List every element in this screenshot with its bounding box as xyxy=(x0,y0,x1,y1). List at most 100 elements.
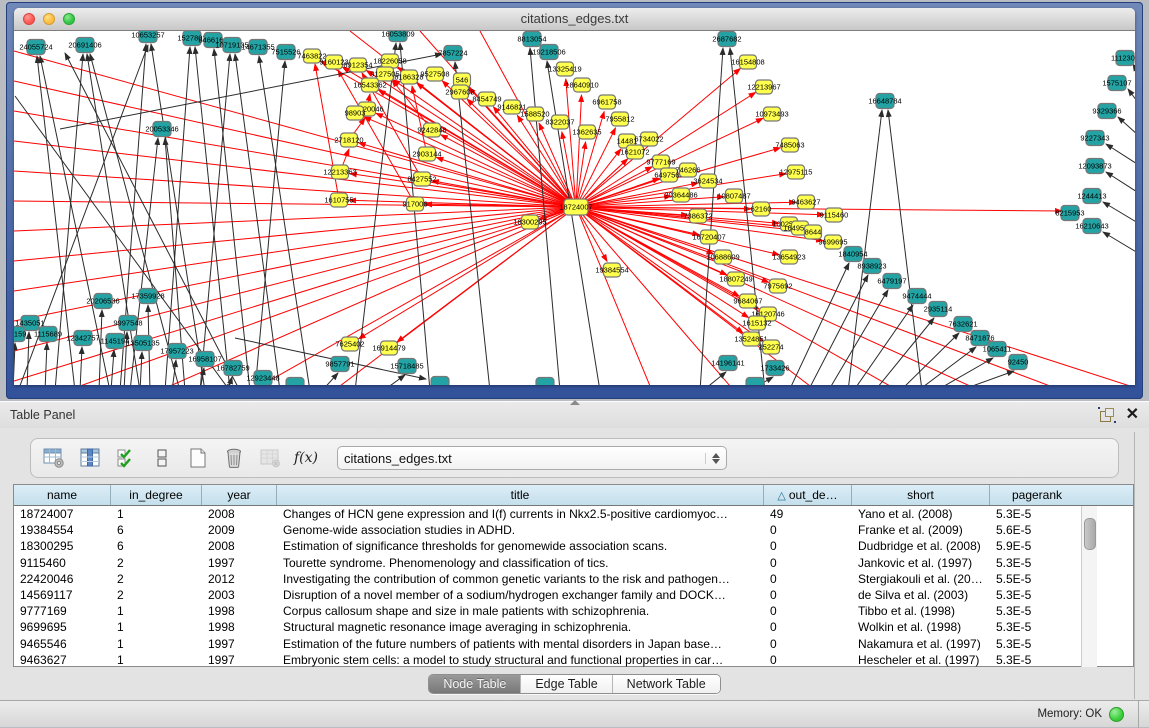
graph-node[interactable]: 917006 xyxy=(402,197,427,211)
graph-node[interactable]: 7975692 xyxy=(763,279,792,293)
new-document-icon[interactable] xyxy=(187,447,209,469)
table-row[interactable]: 1938455462009Genome-wide association stu… xyxy=(14,522,1133,538)
select-rows-icon[interactable] xyxy=(115,447,137,469)
graph-node[interactable]: 18807249 xyxy=(719,272,752,286)
graph-node[interactable]: 7515526 xyxy=(271,45,300,60)
tab-edge-table[interactable]: Edge Table xyxy=(521,675,612,693)
graph-node[interactable]: 20206536 xyxy=(86,294,119,309)
graph-node[interactable]: 9684067 xyxy=(733,294,762,308)
table-row[interactable]: 946554611997Estimation of the future num… xyxy=(14,636,1133,652)
graph-node[interactable]: 1115689 xyxy=(34,327,62,342)
graph-node[interactable]: 10973493 xyxy=(755,107,788,121)
column-header-name[interactable]: name xyxy=(14,485,111,505)
graph-node[interactable]: 2935114 xyxy=(924,302,953,317)
graph-node[interactable]: 98903 xyxy=(345,106,366,120)
column-header-pagerank[interactable]: pagerank xyxy=(990,485,1084,505)
graph-node[interactable]: 18724007 xyxy=(559,199,592,215)
graph-node[interactable]: 3624534 xyxy=(693,174,722,188)
table-row[interactable]: 2242004622012Investigating the contribut… xyxy=(14,571,1133,587)
graph-node[interactable]: 39159 xyxy=(14,327,26,342)
table-selector-dropdown[interactable]: citations_edges.txt xyxy=(337,446,727,470)
tab-network-table[interactable]: Network Table xyxy=(613,675,720,693)
graph-node[interactable]: 8215953 xyxy=(1055,206,1084,221)
scrollbar-thumb[interactable] xyxy=(1084,518,1096,550)
graph-node[interactable]: 16914479 xyxy=(372,341,405,355)
graph-node[interactable]: 1615132 xyxy=(742,316,771,330)
graph-node[interactable] xyxy=(431,377,449,386)
graph-node[interactable]: 9857791 xyxy=(325,357,354,372)
graph-node[interactable]: 13654923 xyxy=(772,250,805,264)
table-settings-icon[interactable] xyxy=(43,447,65,469)
table-row[interactable]: 1872400712008Changes of HCN gene express… xyxy=(14,506,1133,522)
graph-node[interactable]: 92450 xyxy=(1008,355,1029,370)
graph-node[interactable]: 1575107 xyxy=(1102,76,1131,91)
graph-node[interactable]: 24055724 xyxy=(19,40,52,55)
graph-node[interactable]: 12213363 xyxy=(323,165,356,179)
graph-node[interactable]: 16210643 xyxy=(1075,219,1108,234)
graph-node[interactable]: 17359928 xyxy=(131,289,164,304)
close-panel-icon[interactable]: ✕ xyxy=(1126,408,1139,422)
graph-node[interactable]: 12093873 xyxy=(1078,159,1111,174)
graph-node[interactable]: 12342757 xyxy=(66,331,99,346)
window-titlebar[interactable]: citations_edges.txt xyxy=(14,8,1135,31)
network-graph-canvas[interactable]: 2405572420691406106532571527802846616010… xyxy=(14,31,1135,385)
graph-node[interactable]: 746266 xyxy=(675,163,700,177)
graph-node[interactable]: 16720407 xyxy=(692,230,725,244)
graph-node[interactable]: 1733426 xyxy=(760,361,789,376)
graph-node[interactable]: 2718120 xyxy=(334,133,363,147)
table-row[interactable]: 969969511998Structural magnetic resonanc… xyxy=(14,619,1133,635)
graph-node[interactable]: 10688609 xyxy=(706,250,739,264)
graph-node[interactable]: 6961758 xyxy=(592,95,621,109)
graph-node[interactable]: 9227343 xyxy=(1080,131,1109,146)
graph-node[interactable]: 18640910 xyxy=(565,78,598,92)
graph-node[interactable]: 9329366 xyxy=(1092,104,1121,119)
graph-node[interactable]: 9474444 xyxy=(902,289,931,304)
vertical-scrollbar[interactable] xyxy=(1081,506,1097,667)
graph-node[interactable]: 9699695 xyxy=(818,235,847,249)
graph-node[interactable]: 1112304 xyxy=(1111,51,1135,66)
column-header-short[interactable]: short xyxy=(852,485,990,505)
graph-node[interactable]: 2967608 xyxy=(445,85,474,99)
graph-node[interactable]: 13325419 xyxy=(548,62,581,76)
graph-node[interactable]: 62160 xyxy=(751,202,772,216)
network-svg[interactable]: 2405572420691406106532571527802846616010… xyxy=(14,31,1135,385)
graph-node[interactable]: 14671355 xyxy=(241,40,274,55)
table-row[interactable]: 911546021997Tourette syndrome. Phenomeno… xyxy=(14,555,1133,571)
float-panel-icon[interactable] xyxy=(1100,408,1114,422)
graph-node[interactable]: 8322037 xyxy=(545,115,574,129)
graph-node[interactable]: 12213967 xyxy=(747,80,780,94)
column-chooser-icon[interactable] xyxy=(79,447,101,469)
graph-node[interactable]: 16053809 xyxy=(381,31,414,42)
graph-node[interactable]: 12975115 xyxy=(780,165,813,179)
graph-node[interactable]: 9463627 xyxy=(791,195,820,209)
row-height-icon[interactable] xyxy=(151,447,173,469)
column-header-in_degree[interactable]: in_degree xyxy=(111,485,202,505)
graph-node[interactable]: 6734022 xyxy=(634,132,663,146)
graph-node[interactable]: 7857224 xyxy=(438,46,467,61)
graph-node[interactable]: 16543362 xyxy=(353,78,386,92)
graph-node[interactable]: 1244413 xyxy=(1077,189,1106,204)
graph-node[interactable]: 16154808 xyxy=(731,55,764,69)
graph-node[interactable]: 1362635 xyxy=(572,125,601,139)
graph-node[interactable] xyxy=(286,378,304,386)
graph-node[interactable]: 252274 xyxy=(758,340,783,354)
graph-node[interactable]: 2687682 xyxy=(712,32,741,47)
table-row[interactable]: 1456911722003Disruption of a novel membe… xyxy=(14,587,1133,603)
graph-node[interactable] xyxy=(746,378,764,386)
graph-node[interactable]: 16648784 xyxy=(868,94,901,109)
graph-node[interactable]: 1621072 xyxy=(620,145,649,159)
column-header-title[interactable]: title xyxy=(277,485,764,505)
column-header-out_de[interactable]: △out_de… xyxy=(764,485,852,505)
table-row[interactable]: 1830029562008Estimation of significance … xyxy=(14,538,1133,554)
graph-node[interactable]: 20691406 xyxy=(68,38,101,53)
graph-node[interactable]: 7485063 xyxy=(775,138,804,152)
graph-node[interactable]: 12923448 xyxy=(246,371,279,386)
table-row[interactable]: 977716911998Corpus callosum shape and si… xyxy=(14,603,1133,619)
graph-node[interactable]: 8938923 xyxy=(857,259,886,274)
tab-node-table[interactable]: Node Table xyxy=(429,675,521,693)
graph-node[interactable]: 20364486 xyxy=(664,188,697,202)
graph-node[interactable]: 6479197 xyxy=(877,274,906,289)
graph-node[interactable]: 16782759 xyxy=(216,361,249,376)
column-header-year[interactable]: year xyxy=(202,485,277,505)
graph-node[interactable]: 14196141 xyxy=(711,356,744,371)
